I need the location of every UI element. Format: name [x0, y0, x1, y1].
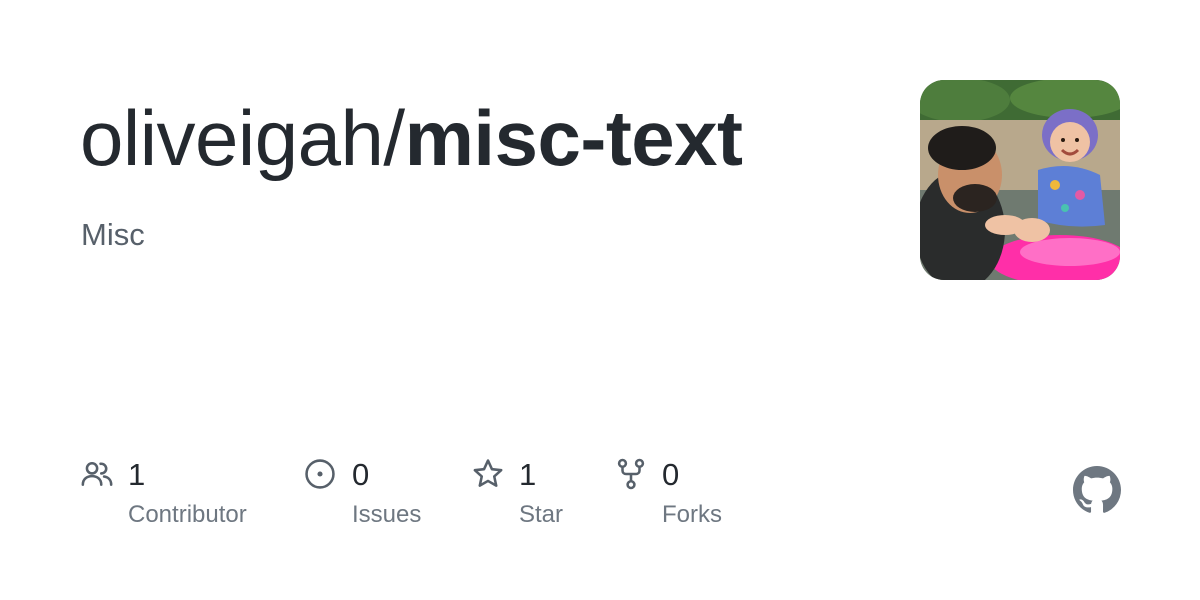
stars-label: Star — [519, 501, 564, 528]
github-icon[interactable] — [1073, 466, 1121, 514]
fork-icon — [617, 458, 645, 490]
repo-owner[interactable]: oliveigah/ — [80, 94, 405, 182]
contributors-count: 1 — [128, 457, 146, 492]
repo-description: Misc — [81, 217, 145, 252]
forks-count: 0 — [662, 457, 680, 492]
forks-label: Forks — [662, 501, 722, 528]
repo-title[interactable]: oliveigah/misc-text — [80, 88, 743, 188]
issues-count: 0 — [352, 457, 370, 492]
issues-label: Issues — [352, 501, 422, 528]
repo-name[interactable]: misc-text — [405, 94, 743, 182]
issue-icon — [305, 459, 335, 489]
contributors-label: Contributor — [128, 501, 247, 528]
repo-social-card: oliveigah/misc-text Misc 1 Contributor 0… — [0, 0, 1200, 600]
star-icon — [473, 459, 503, 487]
people-icon — [81, 461, 113, 486]
owner-avatar[interactable] — [920, 80, 1120, 280]
avatar-photo-icon — [920, 80, 1120, 280]
stars-count: 1 — [519, 457, 537, 492]
